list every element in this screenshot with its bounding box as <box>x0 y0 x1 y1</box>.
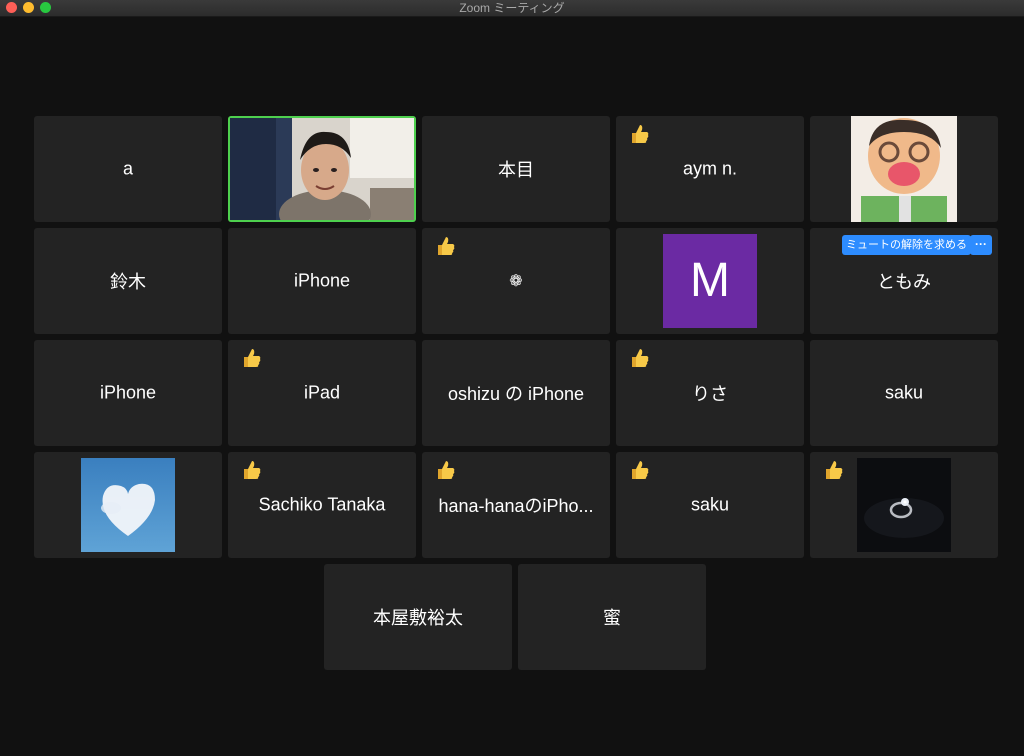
participant-tile[interactable]: りさ <box>616 340 804 446</box>
participant-tile[interactable]: 鈴木 <box>34 228 222 334</box>
thumbs-up-icon <box>632 461 649 479</box>
profile-picture <box>81 458 175 552</box>
participant-tile[interactable] <box>810 116 998 222</box>
window-titlebar: Zoom ミーティング <box>0 0 1024 17</box>
participant-tile[interactable]: a <box>34 116 222 222</box>
participant-name: ともみ <box>877 272 931 292</box>
participant-tile-active-speaker[interactable] <box>228 116 416 222</box>
participant-tile[interactable]: iPhone <box>228 228 416 334</box>
participant-name: oshizu の iPhone <box>447 384 585 404</box>
participant-name: 本屋敷裕太 <box>373 608 463 628</box>
profile-picture <box>851 116 957 222</box>
participant-tile[interactable]: 本屋敷裕太 <box>324 564 512 670</box>
thumbs-up-icon <box>632 125 649 143</box>
participant-tile[interactable]: saku <box>616 452 804 558</box>
participant-name: a <box>122 158 133 179</box>
participant-name: hana-hanaのiPho... <box>438 496 594 516</box>
thumbs-up-icon <box>438 237 455 255</box>
thumbs-up-icon <box>826 461 843 479</box>
thumbs-up-icon <box>244 461 261 479</box>
participant-tile[interactable]: ミュートの解除を求める ··· ともみ <box>810 228 998 334</box>
participant-name: 鈴木 <box>110 272 146 292</box>
profile-picture <box>857 458 951 552</box>
more-options-button[interactable]: ··· <box>970 235 992 255</box>
participant-tile[interactable]: aym n. <box>616 116 804 222</box>
participant-tile[interactable]: Sachiko Tanaka <box>228 452 416 558</box>
participant-name: Sachiko Tanaka <box>258 494 386 515</box>
participant-tile[interactable] <box>34 452 222 558</box>
participant-tile[interactable]: 本目 <box>422 116 610 222</box>
participant-name: ❁ <box>509 273 523 290</box>
participant-tile[interactable]: iPhone <box>34 340 222 446</box>
participant-tile[interactable]: ❁ <box>422 228 610 334</box>
participant-name: 蜜 <box>603 608 621 628</box>
participant-tile[interactable]: M <box>616 228 804 334</box>
participant-name: saku <box>690 494 730 515</box>
participant-name: iPhone <box>293 270 351 291</box>
participant-name: saku <box>884 382 924 403</box>
ask-to-unmute-button[interactable]: ミュートの解除を求める <box>842 235 971 255</box>
participant-name: りさ <box>692 384 728 404</box>
participant-video <box>230 118 414 220</box>
participant-name: iPad <box>303 382 341 403</box>
participant-tile[interactable]: hana-hanaのiPho... <box>422 452 610 558</box>
participant-tile[interactable]: iPad <box>228 340 416 446</box>
participant-tile[interactable]: 蜜 <box>518 564 706 670</box>
participant-name: iPhone <box>99 382 157 403</box>
participant-tile[interactable] <box>810 452 998 558</box>
thumbs-up-icon <box>632 349 649 367</box>
window-title: Zoom ミーティング <box>459 1 565 15</box>
thumbs-up-icon <box>438 461 455 479</box>
participant-name: 本目 <box>498 160 534 180</box>
participant-tile[interactable]: saku <box>810 340 998 446</box>
participant-tile[interactable]: oshizu の iPhone <box>422 340 610 446</box>
avatar: M <box>663 234 757 328</box>
thumbs-up-icon <box>244 349 261 367</box>
participant-name: aym n. <box>682 158 738 179</box>
